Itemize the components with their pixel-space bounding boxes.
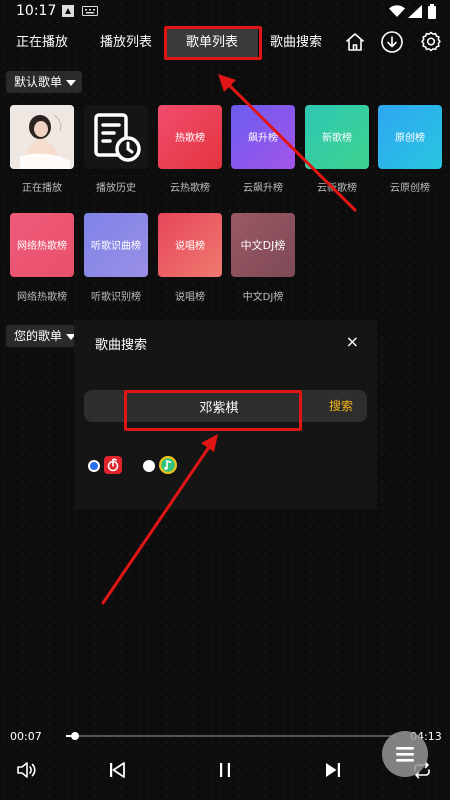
arrow-to-input — [101, 445, 211, 605]
floating-menu-button[interactable] — [382, 731, 428, 777]
arrow-to-tab — [227, 83, 357, 212]
volume-icon[interactable] — [15, 758, 39, 782]
progress-bar[interactable] — [66, 732, 396, 740]
annotation-arrows — [101, 74, 357, 605]
elapsed-time: 00:07 — [10, 730, 42, 743]
menu-icon — [396, 747, 414, 762]
previous-icon[interactable] — [105, 758, 129, 782]
next-icon[interactable] — [321, 758, 345, 782]
pause-icon[interactable] — [213, 758, 237, 782]
arrowhead-icon — [201, 434, 218, 452]
